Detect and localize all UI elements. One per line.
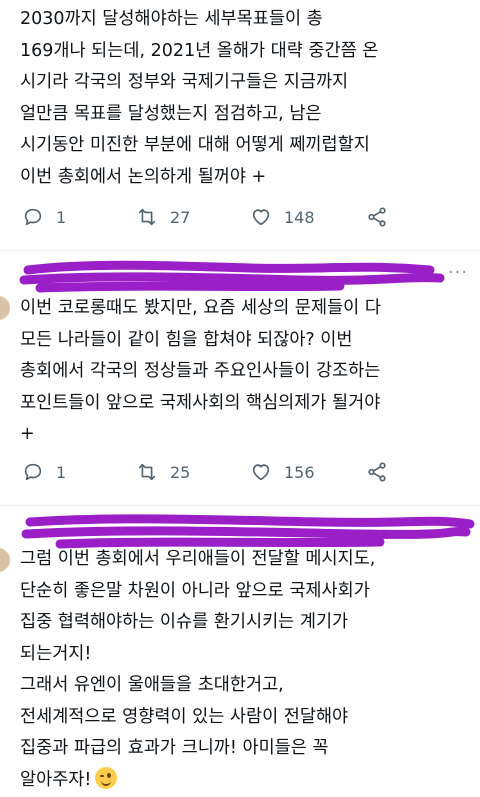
share-icon xyxy=(368,462,386,482)
tweet-line: 얼만큼 목표를 달성했는지 점검하고, 남은 xyxy=(20,103,322,124)
tweet-line: 그럼 이번 총회에서 우리애들이 전달할 메시지도, xyxy=(20,549,376,569)
retweet-button[interactable]: 25 xyxy=(136,460,190,484)
reply-count: 1 xyxy=(56,462,67,482)
reply-button[interactable]: 1 xyxy=(22,205,66,229)
share-button[interactable] xyxy=(366,460,388,484)
share-icon xyxy=(368,207,386,227)
retweet-count: 27 xyxy=(170,207,191,227)
tweet-line: 2030까지 달성해야하는 세부목표들이 총 xyxy=(20,9,323,29)
tweet-line: 그래서 유엔이 울애들을 초대한거고, xyxy=(20,675,284,695)
tweet-line: 모든 나라들이 같이 힘을 합쳐야 되잖아? 이번 xyxy=(20,329,353,350)
tweet-3-text: 그럼 이번 총회에서 우리애들이 전달할 메시지도, 단순히 좋은말 차원이 아… xyxy=(20,544,472,796)
reply-button[interactable]: 1 xyxy=(22,460,66,484)
share-button[interactable] xyxy=(366,205,388,229)
divider xyxy=(0,250,480,251)
reply-icon xyxy=(24,208,42,226)
avatar xyxy=(0,296,10,320)
more-options-button[interactable]: ··· xyxy=(448,262,468,283)
tweet-line: 알아주자! xyxy=(20,769,92,790)
like-count: 156 xyxy=(284,462,315,482)
tweet-line: 되는거지! xyxy=(20,643,92,664)
like-button[interactable]: 148 xyxy=(250,205,315,229)
tweet-line: 집중 협력해야하는 이슈를 환기시키는 계기가 xyxy=(20,612,349,632)
tweet-line: 집중과 파급의 효과가 크니까! 아미들은 꼭 xyxy=(20,738,329,758)
tweet-line: 시기라 각국의 정부와 국제기구들은 지금까지 xyxy=(20,72,349,92)
tweet-line: 169개나 되는데, 2021년 올해가 대략 중간쯤 온 xyxy=(20,40,379,61)
heart-icon xyxy=(252,209,270,226)
tweet-line: 이번 코로롱때도 봤지만, 요즘 세상의 문제들이 다 xyxy=(20,298,381,318)
tweet-2-text: 이번 코로롱때도 봤지만, 요즘 세상의 문제들이 다 모든 나라들이 같이 힘… xyxy=(20,293,472,451)
like-count: 148 xyxy=(284,207,315,227)
tweet-line: 포인트들이 앞으로 국제사회의 핵심의제가 될거야 xyxy=(20,392,381,413)
redaction-scribble xyxy=(19,260,445,293)
tweet-1-text: 2030까지 달성해야하는 세부목표들이 총 169개나 되는데, 2021년 … xyxy=(20,4,472,193)
tweet-line: 시기동안 미진한 부분에 대해 어떻게 쩨끼럽할지 xyxy=(20,135,370,155)
tweet-line: 전세계적으로 영향력이 있는 사람이 전달해야 xyxy=(20,706,349,727)
divider xyxy=(0,505,480,506)
tweet-actions: 1 25 156 xyxy=(0,460,480,484)
reply-icon xyxy=(24,463,42,481)
tweet-line: 단순히 좋은말 차원이 아니라 앞으로 국제사회가 xyxy=(20,580,370,601)
heart-icon xyxy=(252,464,270,481)
tweet-line: 총회에서 각국의 정상들과 주요인사들이 강조하는 xyxy=(20,361,381,381)
winking-face-icon xyxy=(95,766,118,789)
reply-count: 1 xyxy=(56,207,67,227)
retweet-icon xyxy=(138,463,156,481)
retweet-button[interactable]: 27 xyxy=(136,205,190,229)
retweet-icon xyxy=(138,208,156,226)
tweet-line: + xyxy=(20,424,35,444)
tweet-line: 이번 총회에서 논의하게 될꺼야 + xyxy=(20,166,267,187)
retweet-count: 25 xyxy=(170,462,191,482)
tweet-actions: 1 27 148 xyxy=(0,205,480,229)
like-button[interactable]: 156 xyxy=(250,460,315,484)
